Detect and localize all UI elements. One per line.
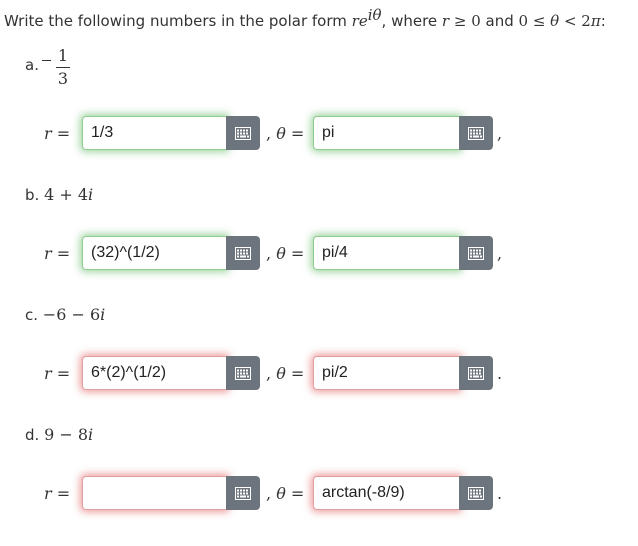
row-end-punct: ,: [497, 244, 503, 263]
cond-1: ≥ 0: [449, 12, 481, 30]
r-label: r =: [44, 364, 70, 383]
comma: ,: [266, 244, 272, 263]
r-label: r =: [44, 484, 70, 503]
r-input-a[interactable]: [82, 116, 227, 150]
row-end-punct: .: [497, 484, 503, 503]
math-editor-button-theta-b[interactable]: [459, 236, 493, 270]
instructions-and: and: [480, 12, 519, 30]
theta-symbol: θ: [276, 484, 286, 503]
r-label: r =: [44, 244, 70, 263]
equals-sign: =: [285, 244, 305, 263]
comma: ,: [266, 364, 272, 383]
keyboard-grid-icon: [468, 486, 484, 500]
cond-theta: θ: [550, 12, 560, 30]
r-input-b[interactable]: [82, 236, 227, 270]
r-symbol: r: [44, 484, 52, 503]
fraction-bar: [56, 67, 70, 68]
part-letter: d.: [25, 426, 40, 444]
form-exponent: iθ: [367, 6, 382, 24]
part-expression: −6 − 6: [42, 305, 101, 324]
part-expression: 4 + 4: [44, 185, 89, 204]
comma: ,: [266, 124, 272, 143]
theta-label: , θ =: [266, 364, 304, 383]
equals-sign: =: [51, 244, 71, 263]
frac-sign: [42, 60, 51, 61]
equals-sign: =: [285, 124, 305, 143]
r-input-c[interactable]: [82, 356, 227, 390]
cond-pi: π: [590, 12, 601, 30]
math-editor-button-theta-c[interactable]: [459, 356, 493, 390]
form-e: e: [358, 12, 368, 30]
r-symbol: r: [44, 124, 52, 143]
part-letter: b.: [25, 186, 40, 204]
theta-label: , θ =: [266, 484, 304, 503]
instructions-text: Write the following numbers in the polar…: [4, 12, 352, 30]
theta-input-b[interactable]: [313, 236, 460, 270]
keyboard-grid-icon: [468, 126, 484, 140]
theta-input-c[interactable]: [313, 356, 460, 390]
keyboard-grid-icon: [468, 366, 484, 380]
equals-sign: =: [285, 364, 305, 383]
theta-symbol: θ: [276, 364, 286, 383]
theta-symbol: θ: [276, 124, 286, 143]
math-editor-button-r-b[interactable]: [226, 236, 260, 270]
imag-unit: i: [88, 425, 94, 444]
equals-sign: =: [51, 364, 71, 383]
part-b-label: b. 4 + 4i: [25, 185, 93, 204]
imag-unit: i: [88, 185, 94, 204]
instructions: Write the following numbers in the polar…: [4, 6, 606, 30]
r-symbol: r: [44, 244, 52, 263]
math-editor-button-r-a[interactable]: [226, 116, 260, 150]
r-input-d[interactable]: [82, 476, 227, 510]
theta-label: , θ =: [266, 124, 304, 143]
instructions-where: , where: [381, 12, 442, 30]
keyboard-grid-icon: [235, 366, 251, 380]
form-r: r: [351, 12, 359, 30]
equals-sign: =: [51, 484, 71, 503]
part-d-label: d. 9 − 8i: [25, 425, 93, 444]
keyboard-grid-icon: [235, 486, 251, 500]
r-symbol: r: [44, 364, 52, 383]
part-c-label: c. −6 − 6i: [25, 305, 105, 324]
r-label: r =: [44, 124, 70, 143]
equals-sign: =: [285, 484, 305, 503]
imag-unit: i: [100, 305, 106, 324]
keyboard-grid-icon: [235, 246, 251, 260]
math-editor-button-r-d[interactable]: [226, 476, 260, 510]
equals-sign: =: [51, 124, 71, 143]
theta-input-d[interactable]: [313, 476, 460, 510]
cond-2: 0 ≤: [518, 12, 551, 30]
fraction-denominator: 3: [57, 69, 69, 88]
keyboard-grid-icon: [235, 126, 251, 140]
comma: ,: [266, 484, 272, 503]
math-editor-button-r-c[interactable]: [226, 356, 260, 390]
math-editor-button-theta-a[interactable]: [459, 116, 493, 150]
part-letter: c.: [25, 306, 39, 324]
row-end-punct: ,: [497, 124, 503, 143]
fraction-numerator: 1: [57, 46, 69, 65]
math-editor-button-theta-d[interactable]: [459, 476, 493, 510]
theta-input-a[interactable]: [313, 116, 460, 150]
cond-3: < 2: [559, 12, 591, 30]
part-letter: a.: [25, 56, 39, 74]
theta-label: , θ =: [266, 244, 304, 263]
part-expression: 9 − 8: [44, 425, 89, 444]
instructions-colon: :: [600, 12, 606, 30]
row-end-punct: .: [497, 364, 503, 383]
theta-symbol: θ: [276, 244, 286, 263]
keyboard-grid-icon: [468, 246, 484, 260]
